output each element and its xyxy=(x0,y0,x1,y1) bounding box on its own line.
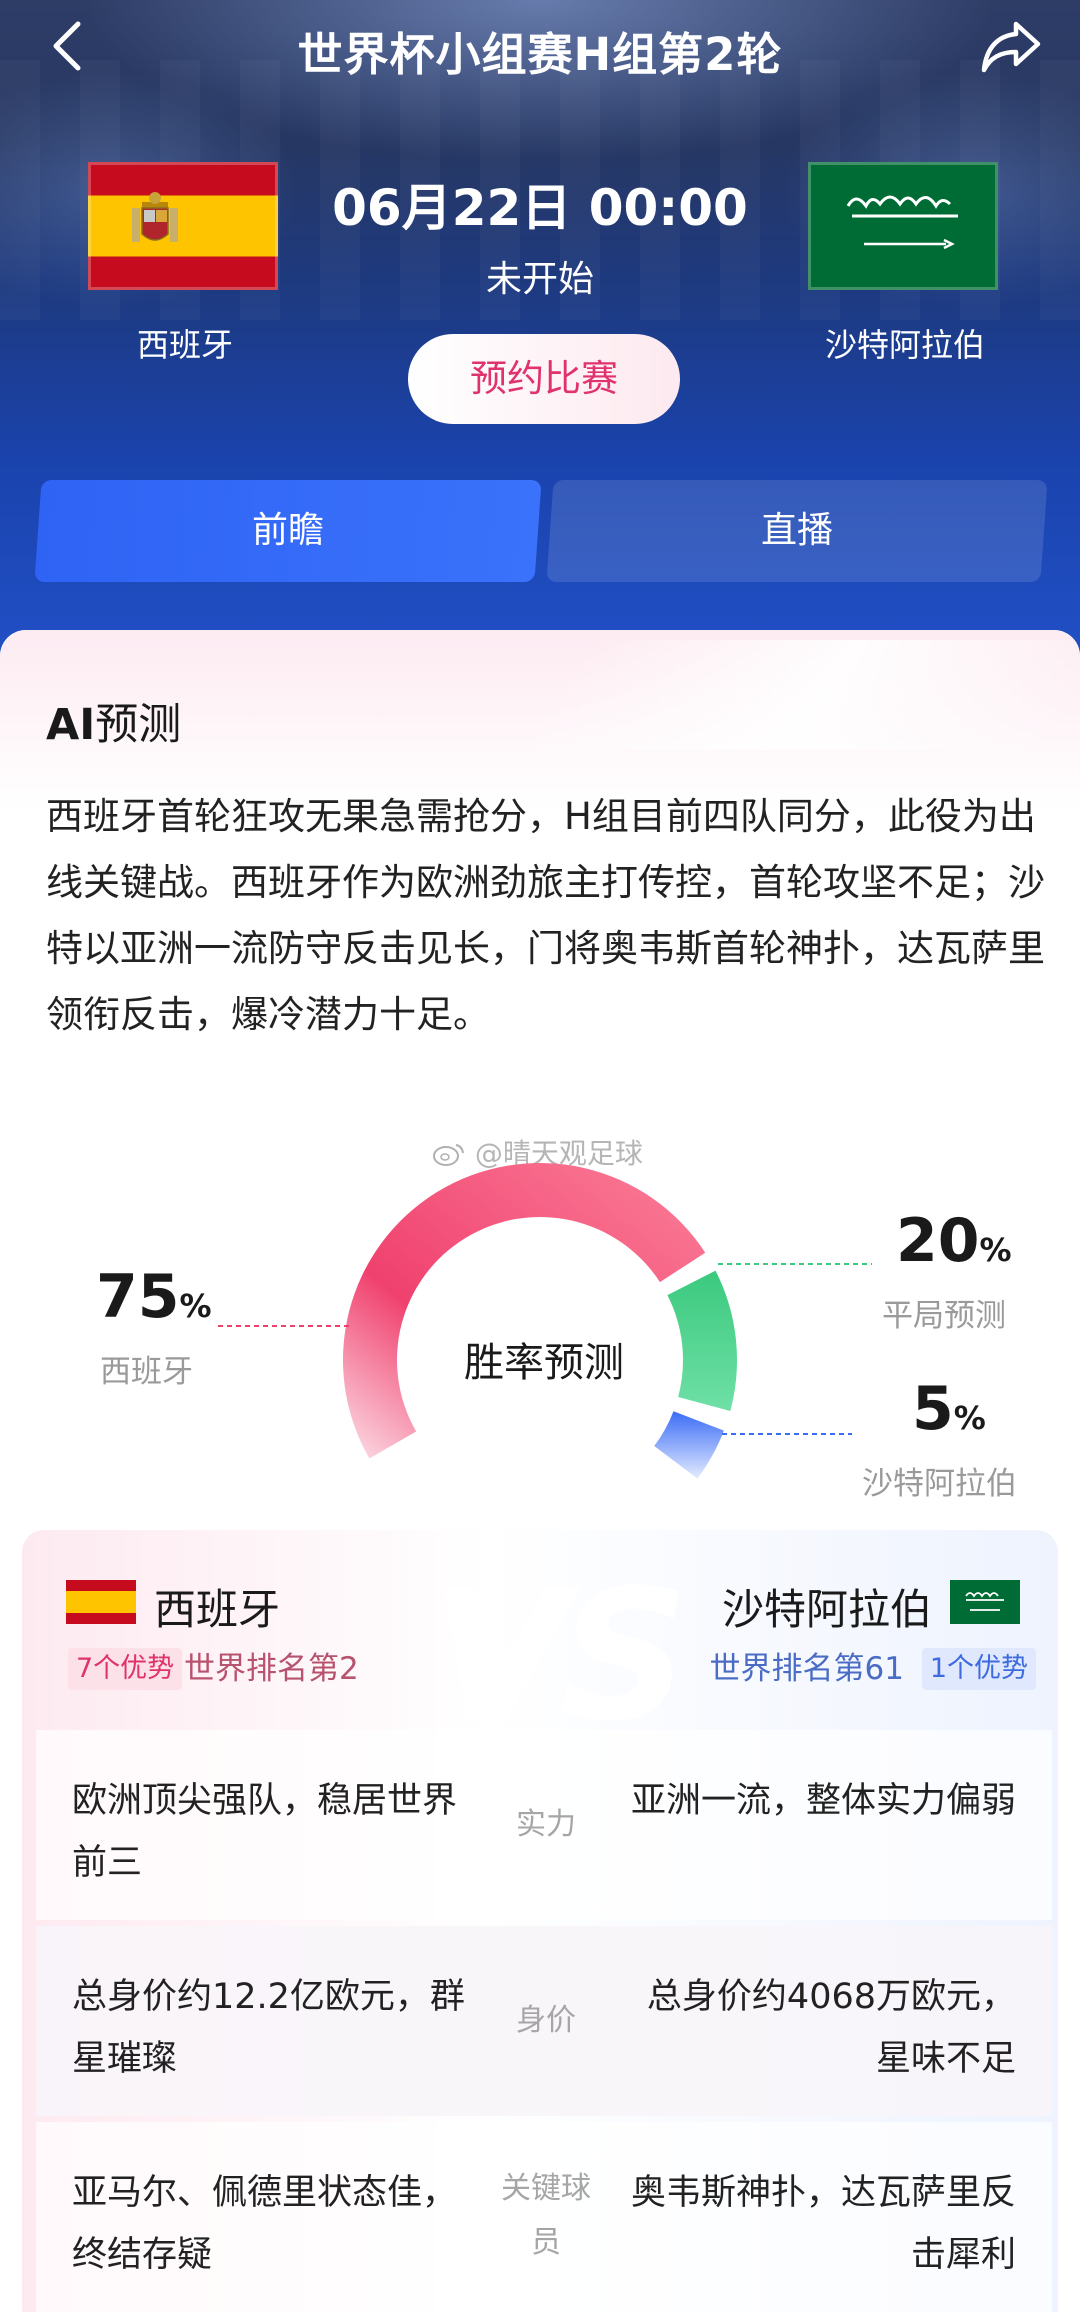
reserve-match-button[interactable]: 预约比赛 xyxy=(408,334,680,424)
home-win-value: 75 xyxy=(96,1262,180,1332)
tab-preview[interactable]: 前瞻 xyxy=(34,480,542,582)
home-arc xyxy=(343,1163,706,1459)
home-win-unit: % xyxy=(179,1287,212,1325)
match-header: 世界杯小组赛H组第2轮 西班牙 沙特阿拉伯 06月22日 00:00 未开始 预… xyxy=(0,0,1080,660)
saudi-mini-emblem xyxy=(965,1592,1004,1611)
compare-row-value: 总身价约12.2亿欧元，群星璀璨 身价 总身价约4068万欧元，星味不足 xyxy=(36,1926,1052,2116)
match-detail-page: 世界杯小组赛H组第2轮 西班牙 沙特阿拉伯 06月22日 00:00 未开始 预… xyxy=(0,0,1080,2312)
row-label: 实力 xyxy=(516,1807,576,1842)
tab-preview-label: 前瞻 xyxy=(251,510,324,551)
ai-prediction-text: 西班牙首轮狂攻无果急需抢分，H组目前四队同分，此役为出线关键战。西班牙作为欧洲劲… xyxy=(46,795,1045,1036)
saudi-mini-flag xyxy=(950,1580,1020,1624)
row-away-text: 总身价约4068万欧元，星味不足 xyxy=(646,1977,1016,2079)
draw-value: 20 xyxy=(896,1206,980,1276)
tab-live-label: 直播 xyxy=(760,510,833,551)
row-label: 身价 xyxy=(516,2003,576,2038)
row-home-text: 总身价约12.2亿欧元，群星璀璨 xyxy=(72,1977,465,2079)
donut-center-label: 胜率预测 xyxy=(464,1340,624,1386)
ai-prediction-title: AI预测 xyxy=(46,690,181,752)
compare-row-key-players: 亚马尔、佩德里状态佳，终结存疑 关键球员 奥韦斯神扑，达瓦萨里反击犀利 xyxy=(36,2122,1052,2312)
compare-away-name: 沙特阿拉伯 xyxy=(721,1585,932,1634)
compare-row-strength: 欧洲顶尖强队，稳居世界前三 实力 亚洲一流，整体实力偏弱 xyxy=(36,1730,1052,1920)
ai-title-suffix: 预测 xyxy=(95,700,182,750)
row-label: 关键球员 xyxy=(501,2171,591,2260)
away-advantage-badge: 1个优势 xyxy=(921,1648,1036,1690)
spain-mini-flag xyxy=(66,1580,136,1624)
home-team-name: 西班牙 xyxy=(136,326,233,364)
home-win-label: 西班牙 xyxy=(100,1354,193,1390)
row-away-text: 奥韦斯神扑，达瓦萨里反击犀利 xyxy=(630,2173,1016,2275)
home-win-pct: 75% xyxy=(96,1262,212,1332)
away-win-label: 沙特阿拉伯 xyxy=(862,1466,1017,1502)
compare-home-name: 西班牙 xyxy=(154,1585,281,1634)
draw-label: 平局预测 xyxy=(882,1298,1006,1334)
share-icon xyxy=(981,21,1041,73)
draw-unit: % xyxy=(979,1231,1012,1269)
away-team-name: 沙特阿拉伯 xyxy=(824,326,985,364)
ai-title-prefix: AI xyxy=(46,700,96,750)
away-win-unit: % xyxy=(953,1399,986,1437)
row-home-text: 欧洲顶尖强队，稳居世界前三 xyxy=(72,1781,458,1883)
match-time: 06月22日 00:00 xyxy=(332,179,748,237)
row-away-text: 亚洲一流，整体实力偏弱 xyxy=(630,1781,1016,1821)
draw-arc xyxy=(667,1270,738,1411)
home-advantage-badge: 7个优势 xyxy=(68,1648,183,1690)
away-world-rank: 世界排名第61 xyxy=(709,1651,904,1687)
page-title: 世界杯小组赛H组第2轮 xyxy=(297,28,783,81)
home-world-rank: 世界排名第2 xyxy=(184,1651,359,1687)
away-win-pct: 5% xyxy=(912,1374,986,1444)
match-status: 未开始 xyxy=(485,259,594,300)
away-arc xyxy=(654,1411,724,1479)
share-button[interactable] xyxy=(978,16,1044,76)
draw-pct: 20% xyxy=(896,1206,1012,1276)
away-win-value: 5 xyxy=(912,1374,954,1444)
tab-live[interactable]: 直播 xyxy=(546,480,1048,582)
donut-arcs xyxy=(343,1163,738,1479)
row-home-text: 亚马尔、佩德里状态佳，终结存疑 xyxy=(72,2173,458,2275)
